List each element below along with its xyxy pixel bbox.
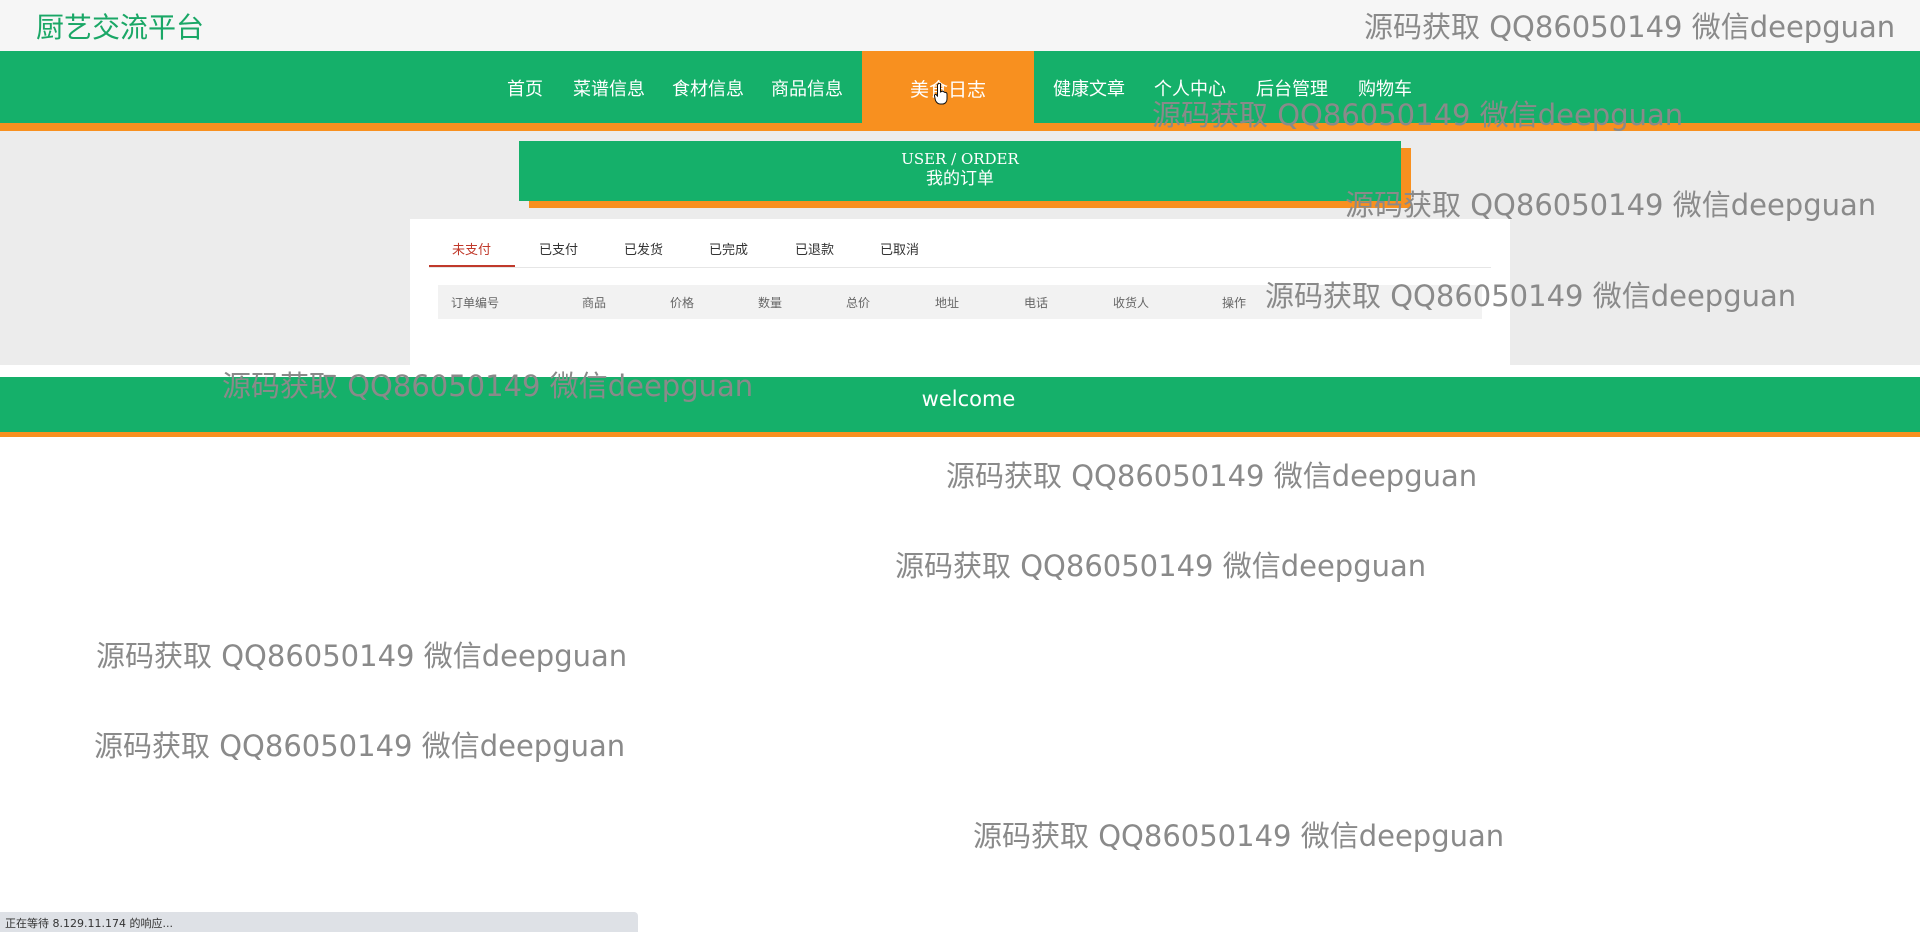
nav-item-food-diary-label: 美食日志 <box>909 79 986 101</box>
navbar-underline <box>0 123 1920 131</box>
column-header-order-no: 订单编号 <box>451 296 500 310</box>
active-tab-indicator <box>429 265 515 267</box>
welcome-underline <box>0 432 1920 437</box>
watermark-text: 源码获取 QQ86050149 微信deepguan <box>94 729 626 763</box>
orders-table-header: 订单编号 商品 价格 数量 总价 地址 电话 收货人 操作 <box>438 285 1482 319</box>
column-header-total: 总价 <box>846 296 871 310</box>
column-header-address: 地址 <box>935 296 960 310</box>
order-header: USER / ORDER 我的订单 <box>519 141 1401 201</box>
nav-item-cart[interactable]: 购物车 <box>1358 75 1412 101</box>
tab-completed[interactable]: 已完成 <box>709 239 748 258</box>
watermark-text: 源码获取 QQ86050149 微信deepguan <box>973 819 1505 853</box>
column-header-receiver: 收货人 <box>1113 296 1150 310</box>
nav-item-recipes[interactable]: 菜谱信息 <box>573 75 645 101</box>
order-header-cn: 我的订单 <box>926 169 994 189</box>
column-header-price: 价格 <box>670 296 695 310</box>
browser-status-bar: 正在等待 8.129.11.174 的响应... <box>0 912 638 932</box>
column-header-actions: 操作 <box>1222 296 1247 310</box>
nav-item-user-center[interactable]: 个人中心 <box>1154 75 1226 101</box>
column-header-quantity: 数量 <box>758 296 783 310</box>
watermark-text: 源码获取 QQ86050149 微信deepguan <box>946 459 1478 493</box>
watermark-text: 源码获取 QQ86050149 微信deepguan <box>895 549 1427 583</box>
tab-cancelled[interactable]: 已取消 <box>880 239 919 258</box>
nav-item-admin[interactable]: 后台管理 <box>1256 75 1328 101</box>
tab-shipped[interactable]: 已发货 <box>624 239 663 258</box>
tab-paid[interactable]: 已支付 <box>539 239 578 258</box>
site-title[interactable]: 厨艺交流平台 <box>36 6 204 46</box>
nav-item-food-diary[interactable]: 美食日志 <box>862 51 1034 123</box>
welcome-text: welcome <box>921 387 1016 411</box>
status-text: 正在等待 8.129.11.174 的响应... <box>5 917 173 930</box>
nav-item-health-articles[interactable]: 健康文章 <box>1053 75 1125 101</box>
column-header-product: 商品 <box>582 296 607 310</box>
nav-item-home[interactable]: 首页 <box>507 75 543 101</box>
top-bar <box>0 0 1920 51</box>
watermark-text: 源码获取 QQ86050149 微信deepguan <box>96 639 628 673</box>
hand-cursor-icon <box>934 83 948 105</box>
column-header-phone: 电话 <box>1024 296 1049 310</box>
nav-item-ingredients[interactable]: 食材信息 <box>672 75 744 101</box>
tab-unpaid[interactable]: 未支付 <box>452 239 491 258</box>
welcome-band: welcome <box>0 377 1920 432</box>
nav-item-products[interactable]: 商品信息 <box>771 75 843 101</box>
order-status-tabs: 未支付 已支付 已发货 已完成 已退款 已取消 <box>429 229 1491 268</box>
tab-refunded[interactable]: 已退款 <box>795 239 834 258</box>
order-header-en: USER / ORDER <box>901 150 1019 168</box>
